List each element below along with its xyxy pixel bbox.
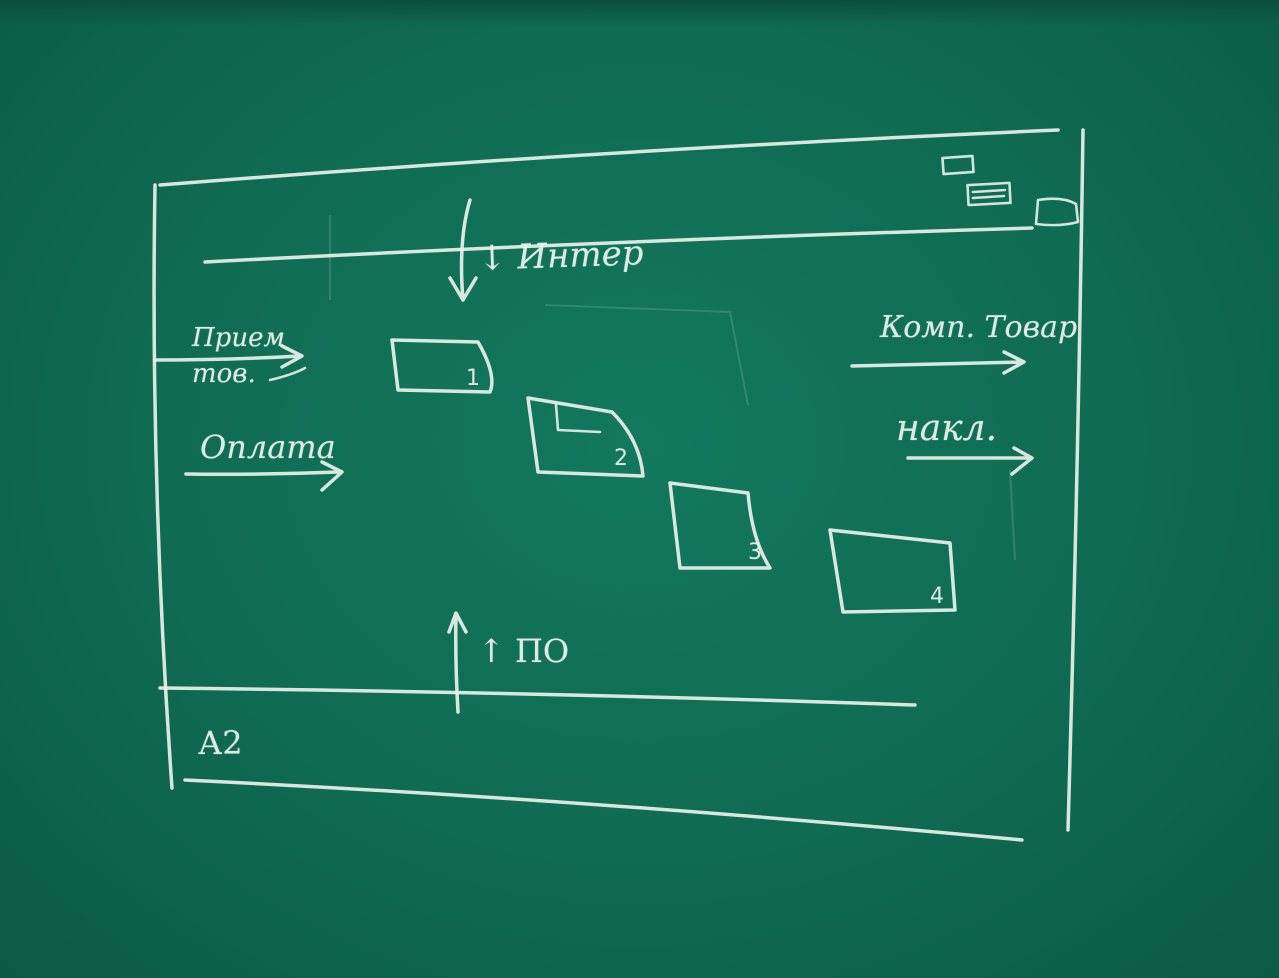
- diagram-drawing: [152, 128, 1085, 842]
- close-button-sketch: [1034, 197, 1080, 227]
- right-top-label: Комп. Товар: [880, 310, 1078, 345]
- window-number: 1: [466, 366, 480, 391]
- left-bottom-arrow: [184, 460, 344, 492]
- left-top-label: Прием тов.: [192, 323, 286, 389]
- erased-mark: [544, 304, 749, 406]
- chalkboard: ↓ Интер Прием тов. Оплата Комп. Товар на…: [0, 0, 1279, 978]
- interface-label: ↓ Интер: [477, 233, 645, 279]
- right-bottom-arrow: [906, 446, 1034, 476]
- screen-right-border: [1066, 128, 1085, 832]
- po-arrow: [447, 611, 468, 714]
- window-number: 4: [930, 584, 944, 609]
- right-top-arrow: [850, 350, 1026, 375]
- bottom-label: ↑ ПО: [478, 632, 570, 670]
- screen-left-border: [152, 183, 174, 790]
- screen-top-border: [158, 128, 1060, 187]
- maximize-button-scribble: [971, 188, 1007, 200]
- status-bar-line: [158, 686, 917, 707]
- window-number: 2: [614, 446, 628, 471]
- right-bottom-label: накл.: [896, 408, 998, 449]
- minimize-button-sketch: [941, 154, 975, 176]
- footer-label: А2: [198, 724, 243, 762]
- left-bottom-label: Оплата: [200, 428, 336, 466]
- maximize-button-sketch: [966, 181, 1012, 207]
- screen-bottom-border: [183, 778, 1024, 842]
- window-number: 3: [748, 540, 762, 565]
